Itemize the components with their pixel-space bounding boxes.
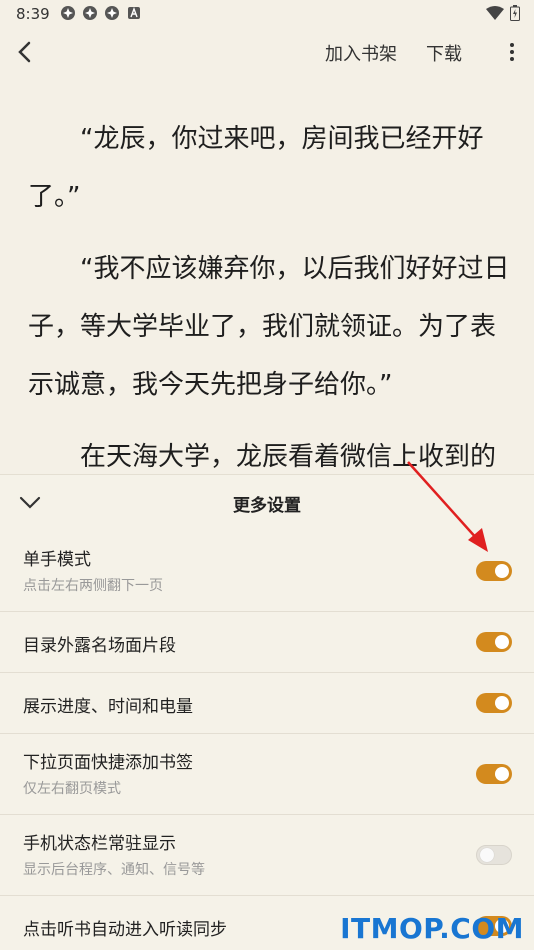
app-notification-icon (82, 5, 98, 21)
setting-label: 单手模式 (23, 550, 91, 570)
more-settings-panel: 更多设置 单手模式 点击左右两侧翻下一页 目录外露名场面片段 展示进度、时间和电… (0, 474, 534, 950)
paragraph: “我不应该嫌弃你，以后我们好好过日子，等大学毕业了，我们就领证。为了表示诚意，我… (28, 254, 510, 400)
setting-row-show-progress: 展示进度、时间和电量 (0, 673, 534, 734)
app-notification-icon (104, 5, 120, 21)
setting-label: 展示进度、时间和电量 (23, 697, 193, 717)
more-vertical-icon (510, 43, 514, 61)
add-to-shelf-button[interactable]: 加入书架 (325, 40, 397, 66)
setting-row-one-hand-mode: 单手模式 点击左右两侧翻下一页 (0, 531, 534, 612)
setting-description: 显示后台程序、通知、信号等 (23, 862, 205, 878)
setting-row-status-bar: 手机状态栏常驻显示 显示后台程序、通知、信号等 (0, 815, 534, 896)
pull-bookmark-toggle[interactable] (476, 764, 512, 784)
font-notification-icon (126, 5, 142, 21)
one-hand-mode-toggle[interactable] (476, 561, 512, 581)
watermark: ITMOP.COM (340, 912, 524, 945)
back-button[interactable] (10, 36, 42, 68)
notification-icons (60, 5, 142, 21)
setting-row-catalog-highlights: 目录外露名场面片段 (0, 612, 534, 673)
paragraph: “龙辰，你过来吧，房间我已经开好了。” (28, 124, 484, 212)
more-options-button[interactable] (502, 36, 522, 68)
setting-label: 点击听书自动进入听读同步 (23, 920, 227, 940)
panel-header: 更多设置 (0, 474, 534, 531)
panel-title: 更多设置 (233, 496, 301, 516)
catalog-highlights-toggle[interactable] (476, 632, 512, 652)
status-bar-toggle[interactable] (476, 845, 512, 865)
download-button[interactable]: 下载 (426, 40, 462, 66)
setting-label: 目录外露名场面片段 (23, 636, 176, 656)
show-progress-toggle[interactable] (476, 693, 512, 713)
setting-row-pull-bookmark: 下拉页面快捷添加书签 仅左右翻页模式 (0, 734, 534, 815)
chevron-left-icon (18, 41, 31, 63)
setting-description: 仅左右翻页模式 (23, 781, 121, 797)
setting-description: 点击左右两侧翻下一页 (23, 578, 163, 594)
battery-icon (510, 5, 520, 25)
chapter-text: “龙辰，你过来吧，房间我已经开好了。” “我不应该嫌弃你，以后我们好好过日子，等… (28, 110, 518, 500)
status-time: 8:39 (16, 5, 50, 23)
setting-label: 手机状态栏常驻显示 (23, 834, 176, 854)
reader-toolbar: 加入书架 下载 (0, 30, 534, 74)
app-notification-icon (60, 5, 76, 21)
wifi-icon (486, 6, 504, 24)
status-bar: 8:39 (0, 0, 534, 28)
setting-label: 下拉页面快捷添加书签 (23, 753, 193, 773)
